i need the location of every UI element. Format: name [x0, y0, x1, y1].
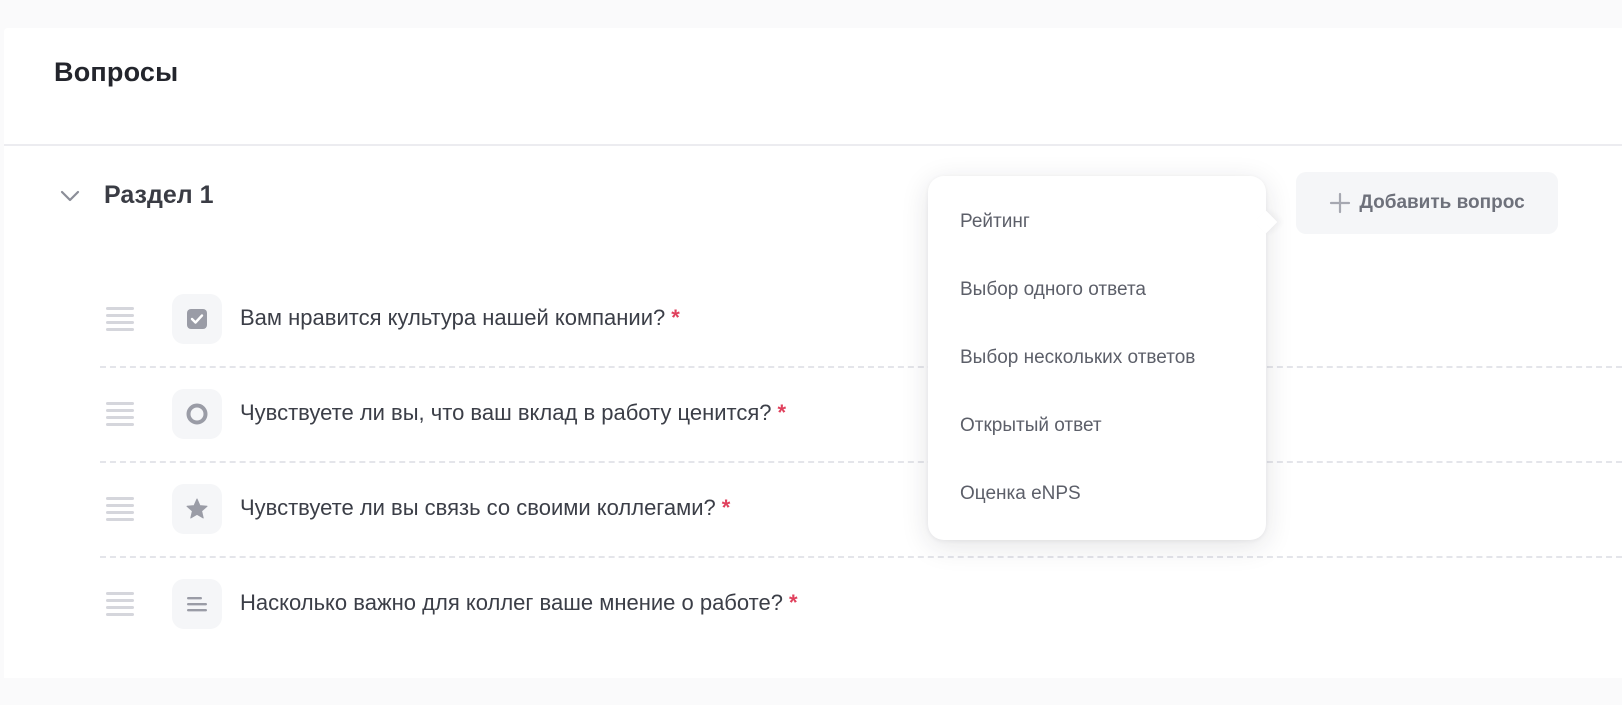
question-row[interactable]: Вам нравится культура нашей компании? *: [100, 272, 1622, 368]
radio-icon: [186, 403, 208, 425]
menu-item-rating[interactable]: Рейтинг: [928, 192, 1266, 252]
required-marker: *: [777, 400, 787, 425]
question-label: Насколько важно для коллег ваше мнение о…: [240, 590, 783, 615]
section-title: Раздел 1: [104, 181, 214, 209]
chevron-down-icon[interactable]: [58, 184, 82, 208]
section-header: Раздел 1 Добавить вопрос: [0, 172, 1622, 234]
drag-handle-icon[interactable]: [106, 589, 134, 617]
menu-item-open-answer[interactable]: Открытый ответ: [928, 396, 1266, 456]
page-title: Вопросы: [54, 57, 179, 87]
menu-item-enps[interactable]: Оценка eNPS: [928, 464, 1266, 524]
question-label: Чувствуете ли вы связь со своими коллега…: [240, 495, 716, 520]
menu-item-single-choice[interactable]: Выбор одного ответа: [928, 260, 1266, 320]
star-icon: [186, 498, 208, 519]
question-row[interactable]: Чувствуете ли вы связь со своими коллега…: [100, 462, 1622, 558]
question-text: Чувствуете ли вы, что ваш вклад в работу…: [240, 400, 786, 426]
question-type-badge: [172, 484, 222, 534]
question-label: Чувствуете ли вы, что ваш вклад в работу…: [240, 400, 772, 425]
question-type-badge: [172, 389, 222, 439]
required-marker: *: [721, 495, 731, 520]
required-marker: *: [788, 590, 798, 615]
menu-item-multiple-choice[interactable]: Выбор нескольких ответов: [928, 328, 1266, 388]
panel-header: Вопросы: [4, 28, 1622, 146]
drag-handle-icon[interactable]: [106, 304, 134, 332]
question-text: Вам нравится культура нашей компании? *: [240, 305, 680, 331]
drag-handle-icon[interactable]: [106, 399, 134, 427]
question-type-badge: [172, 579, 222, 629]
checkbox-icon: [187, 309, 207, 329]
add-question-button[interactable]: Добавить вопрос: [1296, 172, 1558, 234]
question-type-badge: [172, 294, 222, 344]
question-text: Насколько важно для коллег ваше мнение о…: [240, 590, 798, 616]
question-row[interactable]: Насколько важно для коллег ваше мнение о…: [100, 557, 1622, 651]
add-question-label: Добавить вопрос: [1359, 192, 1525, 213]
drag-handle-icon[interactable]: [106, 494, 134, 522]
question-text: Чувствуете ли вы связь со своими коллега…: [240, 495, 730, 521]
required-marker: *: [671, 305, 680, 330]
question-label: Вам нравится культура нашей компании?: [240, 305, 666, 330]
question-type-menu: Рейтинг Выбор одного ответа Выбор нескол…: [928, 176, 1266, 540]
plus-icon: [1330, 192, 1351, 214]
text-lines-icon: [187, 597, 207, 612]
question-row[interactable]: Чувствуете ли вы, что ваш вклад в работу…: [100, 367, 1622, 463]
